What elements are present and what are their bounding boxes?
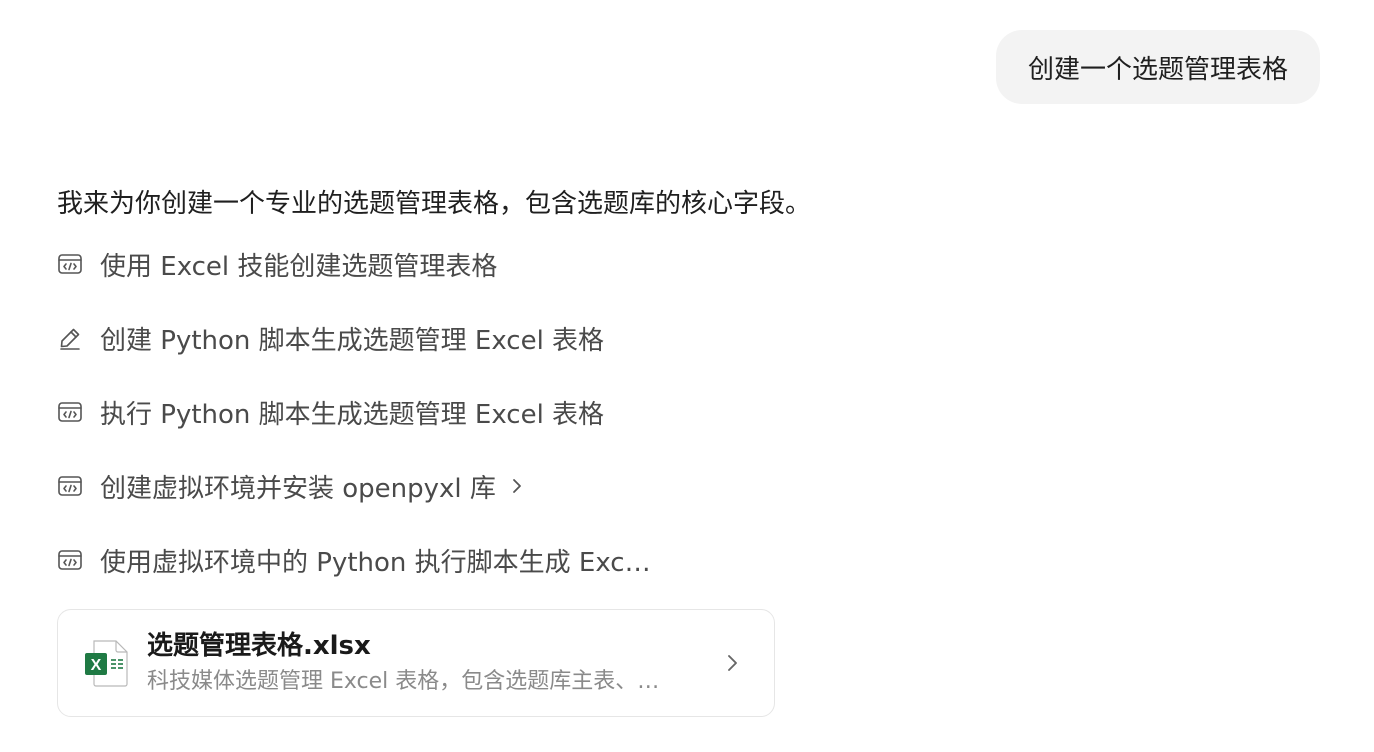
assistant-intro-text: 我来为你创建一个专业的选题管理表格，包含选题库的核心字段。 [57,189,812,219]
chevron-right-icon[interactable] [510,476,524,496]
chevron-right-icon[interactable] [720,652,744,674]
tool-step-label: 使用虚拟环境中的 Python 执行脚本生成 Exc… [100,547,651,578]
tool-step-2[interactable]: 创建 Python 脚本生成选题管理 Excel 表格 [57,301,1317,375]
user-message-text: 创建一个选题管理表格 [1027,54,1288,85]
file-attachment-card[interactable]: X 选题管理表格.xlsx 科技媒体选题管理 Excel 表格，包含选题库主表、… [57,609,775,717]
tool-step-4[interactable]: 创建虚拟环境并安装 openpyxl 库 [57,449,1317,523]
tool-step-label: 创建虚拟环境并安装 openpyxl 库 [100,473,496,504]
tool-step-label: 创建 Python 脚本生成选题管理 Excel 表格 [100,325,605,356]
excel-icon-letter: X [91,657,102,674]
file-description: 科技媒体选题管理 Excel 表格，包含选题库主表、… [147,669,660,694]
code-terminal-icon [57,547,83,573]
excel-file-icon: X [84,639,130,687]
tool-step-3[interactable]: 执行 Python 脚本生成选题管理 Excel 表格 [57,375,1317,449]
code-terminal-icon [57,251,83,277]
pencil-edit-icon [57,325,83,351]
user-message-bubble: 创建一个选题管理表格 [995,30,1320,104]
assistant-message: 我来为你创建一个专业的选题管理表格，包含选题库的核心字段。 使用 Excel 技… [57,180,1317,597]
tool-step-1[interactable]: 使用 Excel 技能创建选题管理表格 [57,238,1317,290]
file-info: 选题管理表格.xlsx 科技媒体选题管理 Excel 表格，包含选题库主表、… [147,629,720,697]
tool-step-label: 使用 Excel 技能创建选题管理表格 [100,251,498,282]
code-terminal-icon [57,399,83,425]
code-terminal-icon [57,473,83,499]
file-name: 选题管理表格.xlsx [147,631,371,661]
tool-step-label: 执行 Python 脚本生成选题管理 Excel 表格 [100,399,605,430]
tool-step-5[interactable]: 使用虚拟环境中的 Python 执行脚本生成 Exc… [57,523,1317,597]
tool-steps-list: 使用 Excel 技能创建选题管理表格 创建 Python 脚本生成选题管理 E… [57,238,1317,597]
